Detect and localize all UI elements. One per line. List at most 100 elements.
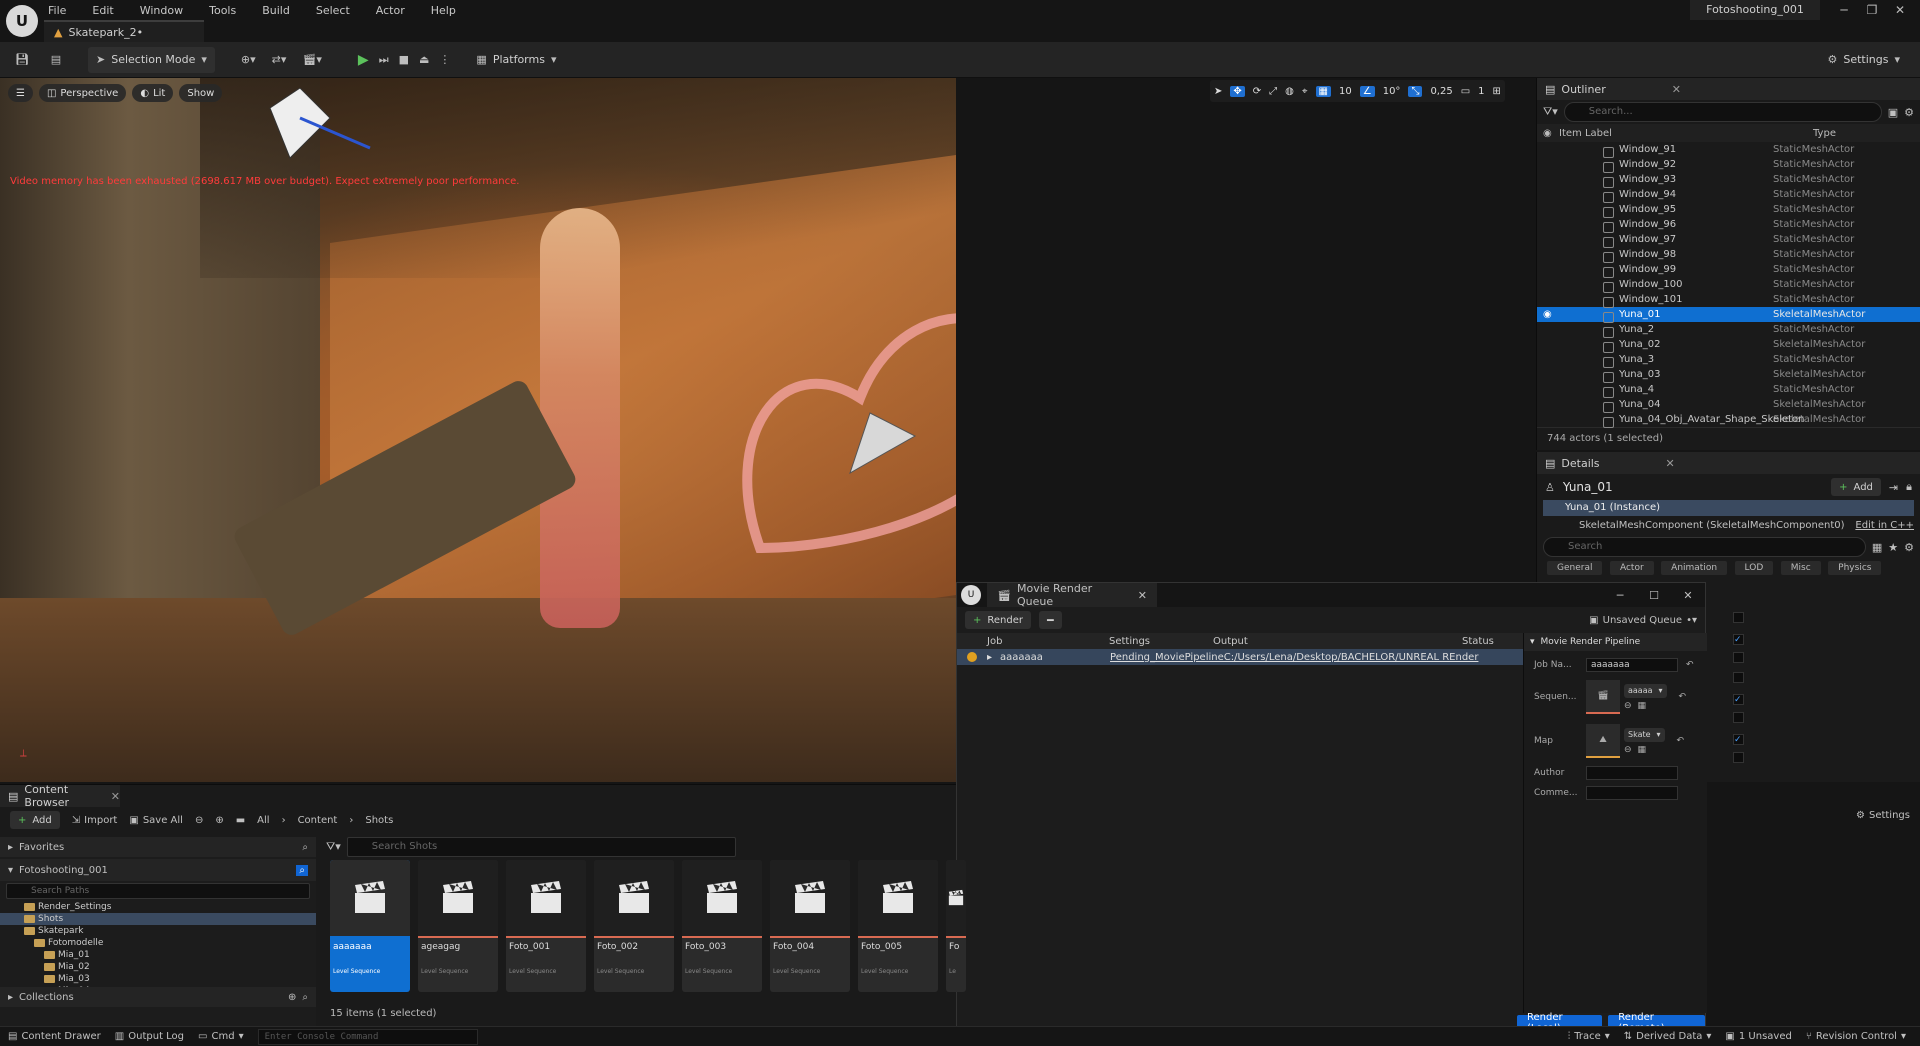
minimize-icon[interactable]: ─ [1830, 3, 1858, 17]
outliner-row[interactable]: Yuna_2 StaticMeshActor [1537, 322, 1920, 338]
use-selected-icon[interactable]: ⊖ [1624, 701, 1632, 711]
outliner-tab[interactable]: ▤ Outliner ✕ [1537, 78, 1920, 100]
console-input[interactable]: Enter Console Command [257, 1028, 478, 1045]
close-icon[interactable]: ✕ [1886, 3, 1914, 17]
chip-general[interactable]: General [1547, 561, 1603, 575]
outliner-row[interactable]: Yuna_04_Obj_Avatar_Shape_Skeleton Skeleta… [1537, 412, 1920, 428]
asset-tile[interactable]: Foto_005 Level Sequence [858, 860, 938, 992]
checkbox[interactable] [1733, 652, 1747, 672]
asset-tile[interactable]: Foto_001 Level Sequence [506, 860, 586, 992]
map-thumbnail-icon[interactable]: ⛰ [1586, 724, 1620, 758]
select-icon[interactable]: ➤ [1214, 86, 1222, 97]
settings-button[interactable]: ⚙ Settings ▾ [1819, 47, 1908, 73]
outliner-row[interactable]: Window_98 StaticMeshActor [1537, 247, 1920, 263]
folder-icon[interactable]: ▬ [236, 815, 245, 826]
add-collection-icon[interactable]: ⊕ [288, 992, 296, 1003]
checkbox[interactable] [1733, 612, 1747, 632]
col-status[interactable]: Status [1462, 636, 1494, 647]
outliner-row[interactable]: Window_91 StaticMeshActor [1537, 142, 1920, 158]
checkbox[interactable] [1733, 712, 1747, 732]
breadcrumb-shots[interactable]: Shots [365, 815, 393, 826]
save-all-button[interactable]: ▣ Save All [129, 815, 183, 826]
checkbox[interactable]: ✓ [1733, 692, 1747, 712]
checkbox[interactable] [1733, 672, 1747, 692]
asset-tile[interactable]: Foto_002 Level Sequence [594, 860, 674, 992]
outliner-search-input[interactable]: Search... [1563, 102, 1882, 122]
forward-icon[interactable]: ⊕ [215, 815, 223, 826]
details-settings-button[interactable]: ⚙ Settings [1856, 810, 1910, 821]
job-settings-link[interactable]: Pending_MoviePipelineC:/Users/Lena/Deskt… [1110, 652, 1478, 663]
world-icon[interactable]: ◍ [1285, 86, 1294, 97]
visibility-icon[interactable]: ◉ [1537, 128, 1557, 139]
trace-button[interactable]: ⫶ Trace ▾ [1568, 1031, 1610, 1042]
col-job[interactable]: Job [957, 636, 1109, 647]
more-options-icon[interactable]: ⋮ [439, 53, 450, 66]
outliner-row[interactable]: Yuna_02 SkeletalMeshActor [1537, 337, 1920, 353]
breadcrumb-content[interactable]: Content [298, 815, 338, 826]
checkbox[interactable]: ✓ [1733, 632, 1747, 652]
outliner-row[interactable]: Yuna_03 SkeletalMeshActor [1537, 367, 1920, 383]
menu-select[interactable]: Select [316, 4, 350, 17]
chip-physics[interactable]: Physics [1828, 561, 1882, 575]
outliner-row[interactable]: Yuna_04 SkeletalMeshActor [1537, 397, 1920, 413]
search-icon[interactable]: ⌕ [302, 992, 308, 1003]
checkbox[interactable]: ✓ [1733, 732, 1747, 752]
menu-file[interactable]: File [48, 4, 66, 17]
outliner-row[interactable]: Window_97 StaticMeshActor [1537, 232, 1920, 248]
content-icon[interactable]: ▤ [46, 53, 66, 66]
close-icon[interactable]: ✕ [1672, 83, 1681, 96]
chip-lod[interactable]: LOD [1734, 561, 1774, 575]
search-icon[interactable]: ⌕ [296, 864, 308, 876]
outliner-row[interactable]: Window_94 StaticMeshActor [1537, 187, 1920, 203]
component-row[interactable]: SkeletalMeshComponent (SkeletalMeshCompo… [1543, 516, 1914, 534]
mrq-tab[interactable]: 🎬︎ Movie Render Queue ✕ [987, 582, 1157, 608]
eject-icon[interactable]: ⏏ [419, 53, 429, 66]
perspective-button[interactable]: ◫ Perspective [38, 84, 127, 102]
show-button[interactable]: Show [179, 84, 223, 102]
checkbox[interactable] [1733, 752, 1747, 772]
cmd-button[interactable]: ▭ Cmd ▾ [198, 1031, 244, 1042]
mrq-remove-button[interactable]: ━ [1039, 611, 1062, 629]
rotation-snap-icon[interactable]: ∠ [1359, 85, 1375, 97]
blueprint-icon[interactable]: ⇄▾ [272, 53, 287, 66]
outliner-row[interactable]: Yuna_3 StaticMeshActor [1537, 352, 1920, 368]
selection-mode-button[interactable]: ➤ Selection Mode ▾ [88, 46, 215, 73]
save-icon[interactable]: 💾︎ [12, 53, 32, 66]
translate-icon[interactable]: ✥ [1230, 85, 1245, 97]
folder-tree-item[interactable]: Skatepark [0, 925, 316, 937]
gear-icon[interactable]: ⚙ [1904, 541, 1914, 554]
camera-speed-value[interactable]: 1 [1478, 86, 1484, 97]
asset-tile[interactable]: Fo Le [946, 860, 966, 992]
col-settings[interactable]: Settings [1109, 636, 1213, 647]
outliner-row[interactable]: Yuna_4 StaticMeshActor [1537, 382, 1920, 398]
browse-icon[interactable]: ▦ [1638, 701, 1647, 711]
use-selected-icon[interactable]: ⊖ [1624, 745, 1632, 755]
menu-actor[interactable]: Actor [376, 4, 405, 17]
browse-icon[interactable]: ▦ [1638, 745, 1647, 755]
lit-button[interactable]: ◐ Lit [132, 84, 174, 102]
camera-speed-icon[interactable]: ▭ [1461, 86, 1470, 97]
add-component-button[interactable]: + Add [1831, 478, 1881, 496]
content-drawer-button[interactable]: ▤ Content Drawer [8, 1031, 101, 1042]
asset-tile[interactable]: Foto_004 Level Sequence [770, 860, 850, 992]
details-search-input[interactable]: Search [1543, 537, 1866, 557]
map-dropdown[interactable]: Skate ▾ [1624, 727, 1665, 742]
stop-icon[interactable]: ■ [399, 53, 409, 66]
type-header[interactable]: Type [1813, 128, 1836, 139]
surface-snap-icon[interactable]: ⌖ [1302, 86, 1308, 97]
import-button[interactable]: ⇲ Import [72, 815, 118, 826]
outliner-row[interactable]: Window_101 StaticMeshActor [1537, 292, 1920, 308]
rotation-snap-value[interactable]: 10° [1383, 86, 1401, 97]
author-input[interactable] [1586, 766, 1678, 780]
folder-tree-item[interactable]: Fotomodelle [0, 937, 316, 949]
gear-icon[interactable]: ⚙ [1904, 106, 1914, 119]
scale-snap-icon[interactable]: ⤡ [1408, 85, 1423, 97]
filter-icon[interactable]: ⛛▾ [1543, 105, 1558, 119]
folder-tree-item[interactable]: Shots [0, 913, 316, 925]
menu-tools[interactable]: Tools [209, 4, 236, 17]
outliner-row[interactable]: Window_100 StaticMeshActor [1537, 277, 1920, 293]
search-paths-input[interactable]: Search Paths [6, 883, 310, 899]
step-icon[interactable]: ⏭ [379, 53, 389, 67]
level-tab[interactable]: ▲ Skatepark_2• [44, 20, 204, 42]
asset-tile[interactable]: Foto_003 Level Sequence [682, 860, 762, 992]
